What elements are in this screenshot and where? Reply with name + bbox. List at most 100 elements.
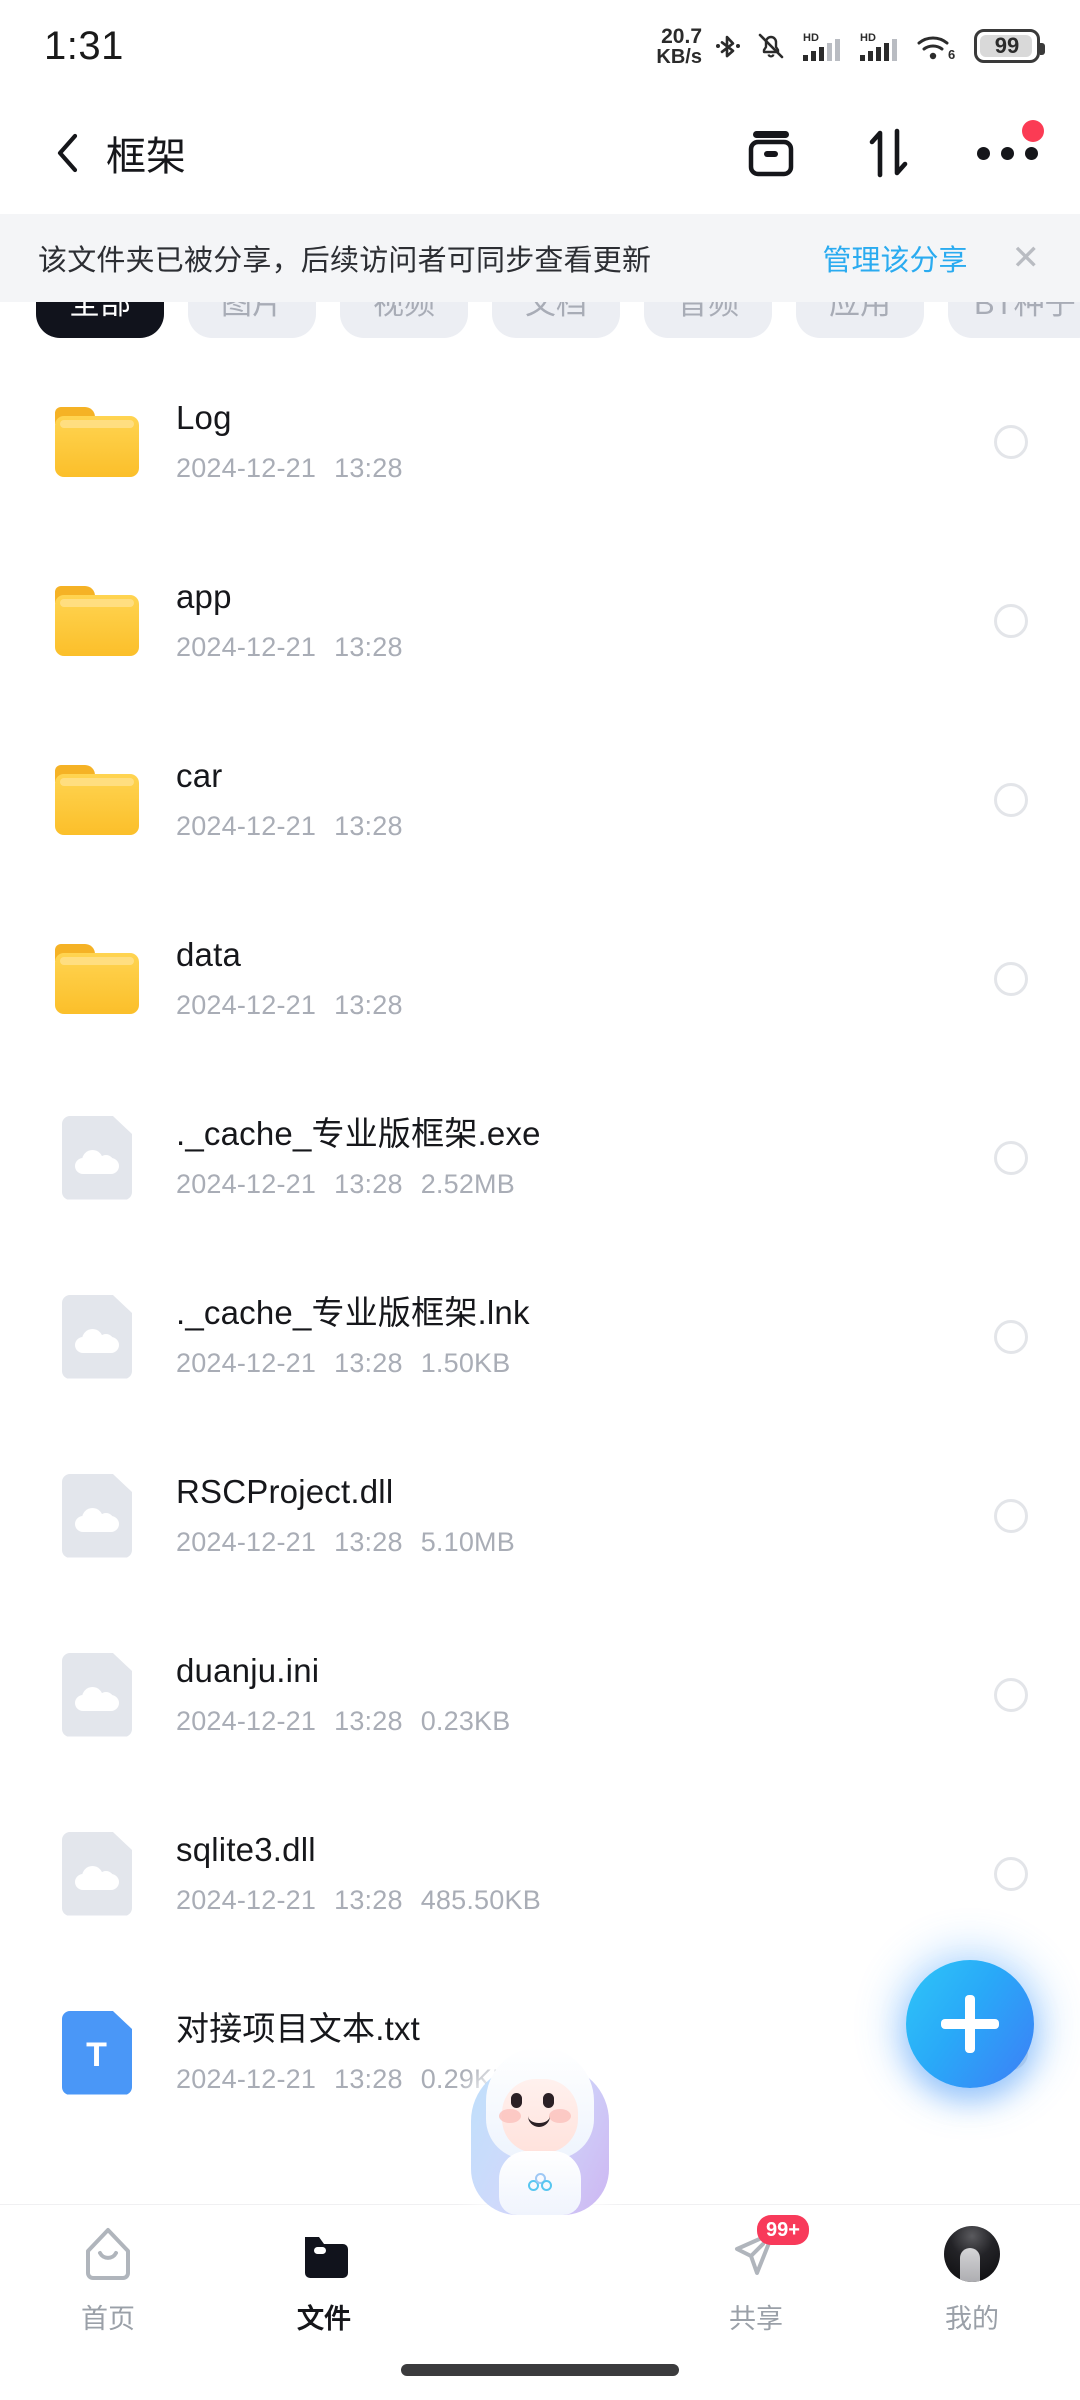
mute-bell-icon [758, 33, 784, 59]
filter-chips[interactable]: 全部 图片 视频 文档 音频 应用 BT种子 [0, 302, 1080, 338]
nav-label: 共享 [729, 2304, 783, 2334]
file-size: 5.10MB [420, 1526, 515, 1557]
row-checkbox[interactable] [994, 961, 1028, 996]
more-button[interactable] [976, 120, 1044, 184]
page-title: 框架 [106, 135, 186, 179]
avatar-icon [941, 2223, 1003, 2285]
nav-label: 文件 [297, 2304, 351, 2334]
file-meta: app 2024-12-21 13:28 [176, 578, 994, 663]
row-checkbox[interactable] [994, 1677, 1028, 1712]
row-checkbox[interactable] [994, 424, 1028, 459]
add-button[interactable] [906, 1960, 1034, 2088]
filter-chip-images[interactable]: 图片 [188, 302, 316, 338]
status-icons: 20.7 KB/s HD HD 6 99 [656, 26, 1045, 68]
table-row[interactable]: data 2024-12-21 13:28 [0, 889, 1080, 1068]
share-banner-message: 该文件夹已被分享，后续访问者可同步查看更新 [38, 245, 652, 277]
table-row[interactable]: app 2024-12-21 13:28 [0, 531, 1080, 710]
file-date: 2024-12-21 [176, 810, 317, 841]
file-date: 2024-12-21 [176, 1705, 317, 1736]
file-date: 2024-12-21 [176, 989, 317, 1020]
archive-button[interactable] [740, 122, 802, 184]
file-time: 13:28 [334, 1526, 403, 1557]
svg-text:6: 6 [948, 47, 955, 62]
table-row[interactable]: duanju.ini 2024-12-21 13:28 0.23KB [0, 1605, 1080, 1784]
avatar [944, 2226, 1000, 2282]
file-name: RSCProject.dll [176, 1473, 394, 1511]
file-subtitle: 2024-12-21 13:28 485.50KB [176, 1885, 994, 1916]
file-meta: ._cache_专业版框架.lnk 2024-12-21 13:28 1.50KB [176, 1294, 994, 1379]
file-name: sqlite3.dll [176, 1831, 316, 1869]
folder-icon [55, 400, 139, 484]
table-row[interactable]: ._cache_专业版框架.lnk 2024-12-21 13:28 1.50KB [0, 1247, 1080, 1426]
file-name: duanju.ini [176, 1652, 320, 1690]
manage-share-link[interactable]: 管理该分享 [822, 237, 967, 279]
network-speed-unit: KB/s [656, 45, 702, 68]
nav-item-files[interactable]: 文件 [216, 2223, 432, 2336]
share-badge: 99+ [757, 2215, 809, 2245]
file-time: 13:28 [334, 631, 403, 662]
filter-chip-videos[interactable]: 视频 [340, 302, 468, 338]
file-name: data [176, 936, 242, 974]
svg-text:HD: HD [803, 32, 819, 44]
file-subtitle: 2024-12-21 13:28 [176, 632, 994, 663]
file-date: 2024-12-21 [176, 1168, 317, 1199]
bluetooth-icon [716, 35, 740, 58]
cloud-file-icon [55, 1473, 139, 1558]
file-meta: ._cache_专业版框架.exe 2024-12-21 13:28 2.52MB [176, 1115, 994, 1200]
filter-chip-bt[interactable]: BT种子 [948, 302, 1080, 338]
cloud-file-icon [55, 1115, 139, 1200]
txt-file-icon: T [55, 2010, 139, 2095]
file-subtitle: 2024-12-21 13:28 0.23KB [176, 1706, 994, 1737]
status-clock: 1:31 [44, 23, 124, 68]
file-meta: data 2024-12-21 13:28 [176, 936, 994, 1021]
file-time: 13:28 [334, 1168, 403, 1199]
back-button[interactable] [38, 123, 98, 183]
hd-signal-icon: HD [860, 32, 897, 61]
file-subtitle: 2024-12-21 13:28 5.10MB [176, 1527, 994, 1558]
txt-icon-letter: T [86, 2036, 108, 2074]
row-checkbox[interactable] [994, 782, 1028, 817]
file-name: ._cache_专业版框架.lnk [176, 1294, 530, 1332]
filter-chip-apps[interactable]: 应用 [796, 302, 924, 338]
files-icon [293, 2223, 355, 2285]
table-row[interactable]: Log 2024-12-21 13:28 [0, 352, 1080, 531]
nav-item-home[interactable]: 首页 [0, 2223, 216, 2336]
file-date: 2024-12-21 [176, 1884, 317, 1915]
sort-button[interactable] [858, 122, 920, 184]
row-checkbox[interactable] [994, 1498, 1028, 1533]
home-icon [77, 2223, 139, 2285]
table-row[interactable]: sqlite3.dll 2024-12-21 13:28 485.50KB [0, 1784, 1080, 1963]
folder-icon [55, 579, 139, 663]
nav-item-mine[interactable]: 我的 [864, 2223, 1080, 2336]
row-checkbox[interactable] [994, 603, 1028, 638]
filter-chip-all[interactable]: 全部 [36, 302, 164, 338]
filter-chip-audio[interactable]: 音频 [644, 302, 772, 338]
cloud-file-icon [55, 1294, 139, 1379]
row-checkbox[interactable] [994, 1319, 1028, 1354]
battery-level: 99 [994, 33, 1020, 58]
file-size: 2.52MB [420, 1168, 515, 1199]
file-size: 485.50KB [420, 1884, 541, 1915]
filter-chip-docs[interactable]: 文档 [492, 302, 620, 338]
file-time: 13:28 [334, 1347, 403, 1378]
file-subtitle: 2024-12-21 13:28 [176, 990, 994, 1021]
folder-icon [55, 937, 139, 1021]
table-row[interactable]: car 2024-12-21 13:28 [0, 710, 1080, 889]
nav-item-share[interactable]: 99+ 共享 [648, 2215, 864, 2336]
file-time: 13:28 [334, 989, 403, 1020]
hd-signal-icon: HD [803, 32, 840, 61]
home-indicator [401, 2364, 679, 2376]
table-row[interactable]: ._cache_专业版框架.exe 2024-12-21 13:28 2.52MB [0, 1068, 1080, 1247]
file-date: 2024-12-21 [176, 1347, 317, 1378]
battery-icon: 99 [974, 29, 1045, 63]
close-icon[interactable]: ✕ [1012, 241, 1041, 275]
svg-text:HD: HD [860, 32, 876, 44]
file-name: Log [176, 399, 232, 437]
file-subtitle: 2024-12-21 13:28 [176, 811, 994, 842]
row-checkbox[interactable] [994, 1856, 1028, 1891]
header-actions [740, 120, 1044, 184]
file-time: 13:28 [334, 1705, 403, 1736]
row-checkbox[interactable] [994, 1140, 1028, 1175]
table-row[interactable]: RSCProject.dll 2024-12-21 13:28 5.10MB [0, 1426, 1080, 1605]
file-date: 2024-12-21 [176, 2063, 317, 2094]
